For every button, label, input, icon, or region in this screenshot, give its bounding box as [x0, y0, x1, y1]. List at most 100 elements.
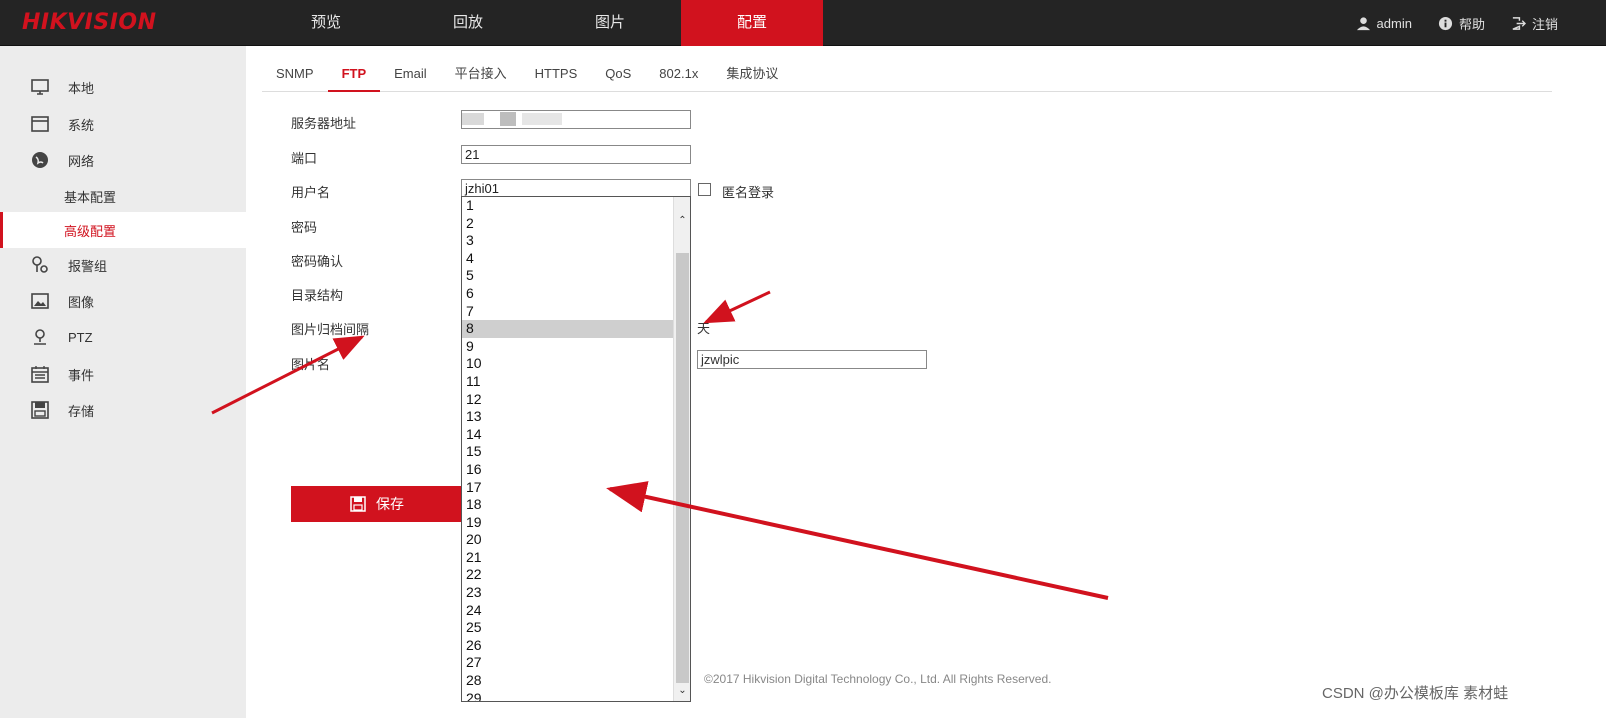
- unit-day-label: 天: [697, 321, 711, 336]
- sidebar-item-label: 网络: [68, 153, 95, 169]
- dropdown-option[interactable]: 7: [462, 303, 674, 321]
- scrollbar-thumb[interactable]: [676, 253, 689, 683]
- nav-picture[interactable]: 图片: [539, 0, 681, 46]
- sidebar-item-storage[interactable]: 存储: [0, 392, 246, 428]
- picture-name-label: 图片名: [291, 357, 331, 372]
- save-icon: [350, 496, 366, 512]
- sidebar-item-label: 事件: [68, 367, 95, 383]
- dropdown-option[interactable]: 12: [462, 391, 674, 409]
- sidebar-subitem-basic[interactable]: 基本配置: [0, 178, 246, 214]
- dropdown-option[interactable]: 22: [462, 566, 674, 584]
- sidebar-item-local[interactable]: 本地: [0, 69, 246, 105]
- dropdown-option[interactable]: 19: [462, 514, 674, 532]
- dropdown-option[interactable]: 15: [462, 443, 674, 461]
- anonymous-login-checkbox[interactable]: [698, 183, 711, 196]
- server-address-field[interactable]: [461, 110, 691, 129]
- port-field[interactable]: 21: [461, 145, 691, 164]
- redacted-text: [500, 112, 516, 126]
- picture-name-field[interactable]: jzwlpic: [697, 350, 927, 369]
- sidebar-item-label: 存储: [68, 403, 95, 419]
- username-label: admin: [1376, 15, 1412, 31]
- dropdown-option[interactable]: 26: [462, 637, 674, 655]
- logout-icon: [1512, 16, 1526, 30]
- password-confirm-label: 密码确认: [291, 254, 344, 269]
- sidebar-item-event[interactable]: 事件: [0, 356, 246, 392]
- tab-email[interactable]: Email: [380, 56, 441, 92]
- dropdown-option[interactable]: 28: [462, 672, 674, 690]
- sidebar-item-ptz[interactable]: PTZ: [0, 319, 246, 355]
- nav-configuration[interactable]: 配置: [681, 0, 823, 46]
- redacted-text: [462, 113, 484, 125]
- tab-ftp[interactable]: FTP: [327, 56, 381, 92]
- dropdown-option[interactable]: 8: [462, 320, 674, 338]
- dropdown-option[interactable]: 13: [462, 408, 674, 426]
- dropdown-option[interactable]: 5: [462, 267, 674, 285]
- watermark: CSDN @办公模板库 素材蛙: [1322, 685, 1509, 702]
- tab-integration-protocol[interactable]: 集成协议: [712, 56, 792, 92]
- dropdown-option[interactable]: 4: [462, 250, 674, 268]
- redacted-text: [522, 113, 562, 125]
- copyright-footer: ©2017 Hikvision Digital Technology Co., …: [704, 672, 1052, 686]
- directory-structure-label: 目录结构: [291, 288, 344, 303]
- dropdown-option[interactable]: 10: [462, 355, 674, 373]
- dropdown-scrollbar[interactable]: ⌃ ⌄: [673, 197, 690, 701]
- help-label: 帮助: [1458, 16, 1485, 32]
- archive-interval-label: 图片归档间隔: [291, 322, 370, 337]
- tab-8021x[interactable]: 802.1x: [645, 56, 712, 92]
- sidebar-item-system[interactable]: 系统: [0, 106, 246, 142]
- tab-qos[interactable]: QoS: [591, 56, 645, 92]
- nav-preview[interactable]: 预览: [255, 0, 397, 46]
- monitor-icon: [31, 79, 49, 95]
- tab-snmp[interactable]: SNMP: [262, 56, 328, 92]
- storage-icon: [31, 401, 49, 419]
- ptz-icon: [34, 329, 46, 345]
- port-label: 端口: [291, 151, 318, 166]
- main-nav: 预览 回放 图片 配置: [255, 0, 823, 46]
- app-frame: HIKVISION 预览 回放 图片 配置 admin 帮助 注销 本地 系统 …: [0, 0, 1606, 726]
- dropdown-option[interactable]: 21: [462, 549, 674, 567]
- top-nav-bar: HIKVISION 预览 回放 图片 配置 admin 帮助 注销: [0, 0, 1606, 46]
- sidebar-item-alarm[interactable]: 报警组: [0, 247, 246, 283]
- server-address-label: 服务器地址: [291, 116, 357, 131]
- user-menu[interactable]: admin: [1356, 16, 1412, 31]
- dropdown-option[interactable]: 23: [462, 584, 674, 602]
- dropdown-option[interactable]: 25: [462, 619, 674, 637]
- sidebar: 本地 系统 网络 基本配置 高级配置 报警组 图像 PTZ 事件 存储: [0, 46, 246, 718]
- dropdown-option[interactable]: 24: [462, 602, 674, 620]
- sidebar-item-image[interactable]: 图像: [0, 283, 246, 319]
- sidebar-item-network[interactable]: 网络: [0, 142, 246, 178]
- brand-logo: HIKVISION: [22, 10, 157, 35]
- system-icon: [31, 116, 49, 132]
- tab-platform-access[interactable]: 平台接入: [441, 56, 521, 92]
- dropdown-option[interactable]: 18: [462, 496, 674, 514]
- logout-link[interactable]: 注销: [1511, 14, 1558, 33]
- save-button[interactable]: 保存: [291, 486, 463, 522]
- sidebar-subitem-advanced[interactable]: 高级配置: [0, 212, 246, 248]
- tab-https[interactable]: HTTPS: [521, 56, 592, 92]
- scroll-down-icon[interactable]: ⌄: [676, 685, 689, 699]
- dropdown-option[interactable]: 3: [462, 232, 674, 250]
- user-icon: [1356, 16, 1370, 30]
- dropdown-option[interactable]: 27: [462, 654, 674, 672]
- dropdown-option[interactable]: 16: [462, 461, 674, 479]
- globe-icon: [32, 152, 48, 168]
- config-tabs: SNMP FTP Email 平台接入 HTTPS QoS 802.1x 集成协…: [262, 56, 1552, 92]
- calendar-icon: [31, 366, 49, 383]
- dropdown-option[interactable]: 29: [462, 690, 674, 701]
- dropdown-option[interactable]: 20: [462, 531, 674, 549]
- dropdown-option[interactable]: 9: [462, 338, 674, 356]
- nav-playback[interactable]: 回放: [397, 0, 539, 46]
- sidebar-item-label: PTZ: [68, 329, 93, 345]
- dropdown-option[interactable]: 14: [462, 426, 674, 444]
- dropdown-option[interactable]: 1: [462, 197, 674, 215]
- alarm-icon: [32, 256, 48, 273]
- dropdown-option[interactable]: 17: [462, 479, 674, 497]
- dropdown-option[interactable]: 11: [462, 373, 674, 391]
- sidebar-item-label: 系统: [68, 117, 95, 133]
- help-link[interactable]: 帮助: [1438, 14, 1485, 33]
- dropdown-option[interactable]: 6: [462, 285, 674, 303]
- dropdown-option[interactable]: 2: [462, 215, 674, 233]
- archive-interval-dropdown[interactable]: 1 2 3 4 5 6 7 8 9 10 11 12 13 14 15 16 17 18 19 20 21 22 23 24 2…: [461, 196, 691, 702]
- scroll-up-icon[interactable]: ⌃: [676, 215, 689, 229]
- arrow-to-option-8: [703, 290, 771, 324]
